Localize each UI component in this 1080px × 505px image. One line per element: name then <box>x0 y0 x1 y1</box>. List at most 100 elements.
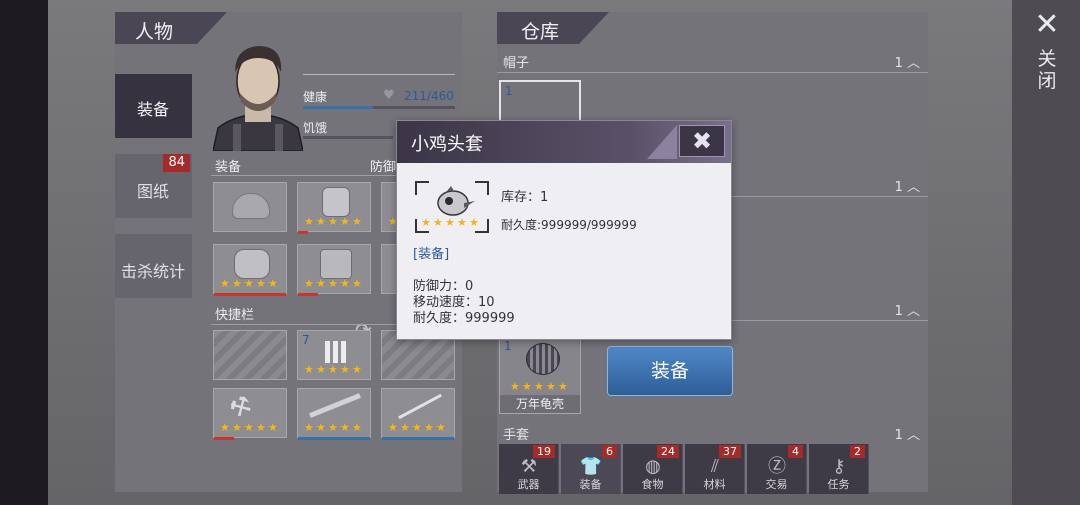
tab-materials[interactable]: 37 ⫽ 材料 <box>685 444 745 494</box>
rating-stars: ★ ★ ★ ★ ★ <box>304 421 362 434</box>
blueprint-badge: 84 <box>163 154 190 172</box>
gloves-icon <box>234 249 270 279</box>
rating-stars: ★ ★ ★ ★ ★ <box>421 216 479 229</box>
rating-stars: ★ ★ ★ ★ ★ <box>510 380 568 393</box>
section-count: 1 ︿ <box>894 428 920 443</box>
category-tabs: 19 ⚒ 武器 6 👕 装备 24 ◍ 食物 37 ⫽ 材料 4 Ⓩ 交易 2 … <box>499 444 869 494</box>
quickbar-slot-ammo[interactable]: 7 ★ ★ ★ ★ ★ <box>297 330 371 380</box>
rifle-icon <box>309 393 361 418</box>
close-icon[interactable]: ✕ <box>1030 8 1064 42</box>
coin-icon: Ⓩ <box>768 456 786 477</box>
item-name: 万年龟壳 <box>500 395 580 413</box>
quickbar-count: 7 <box>302 333 310 347</box>
tab-equipment[interactable]: 6 👕 装备 <box>561 444 621 494</box>
quickbar-slot-blade[interactable]: ★ ★ ★ ★ ★ <box>381 388 455 440</box>
pants-slot[interactable]: ★ ★ ★ ★ ★ <box>297 244 371 296</box>
section-label: 帽子 <box>503 56 530 71</box>
section-gloves[interactable]: 手套 1 ︿ <box>497 422 928 444</box>
left-edge-bar <box>0 0 48 505</box>
chevron-up-icon[interactable]: ︿ <box>907 304 920 319</box>
tab-trade[interactable]: 4 Ⓩ 交易 <box>747 444 807 494</box>
hunger-label: 饥饿 <box>303 121 328 135</box>
tab-tasks[interactable]: 2 ⚷ 任务 <box>809 444 869 494</box>
equip-button[interactable]: 装备 <box>607 346 733 396</box>
rating-stars: ★ ★ ★ ★ ★ <box>304 215 362 228</box>
tab-badge: 6 <box>602 445 617 458</box>
section-count: 1 ︿ <box>894 180 920 195</box>
warehouse-header: 仓库 <box>497 12 579 44</box>
chevron-up-icon[interactable]: ︿ <box>907 428 920 443</box>
stat-durability: 耐久度：999999 <box>413 311 515 326</box>
wood-icon: ⫽ <box>710 456 720 477</box>
durability-bar <box>382 437 454 440</box>
header-decoration <box>647 125 677 159</box>
section-count: 1 ︿ <box>894 56 920 71</box>
equipment-label: 装备 <box>215 160 242 175</box>
item-count: 1 <box>505 84 513 98</box>
warehouse-title: 仓库 <box>521 21 560 43</box>
health-label: 健康 <box>303 90 328 104</box>
health-value: 211/460 <box>404 89 454 103</box>
blade-icon <box>398 393 442 420</box>
chevron-up-icon[interactable]: ︿ <box>907 180 920 195</box>
item-detail-popup: 小鸡头套 ✖ ★ ★ ★ ★ ★ 库存：1 耐久度:999999/999999 [装备]… <box>396 120 732 340</box>
durability-bar <box>298 437 370 440</box>
turtle-shell-icon <box>526 343 560 375</box>
equip-link[interactable]: [装备] <box>413 243 449 262</box>
durability-bar <box>214 293 286 296</box>
rating-stars: ★ ★ ★ ★ ★ <box>304 277 362 290</box>
shirt-icon: 👕 <box>579 456 603 477</box>
armor-slot[interactable]: ★ ★ ★ ★ ★ <box>297 182 371 234</box>
rating-stars: ★ ★ ★ ★ ★ <box>220 421 278 434</box>
header-angle <box>579 12 609 44</box>
tab-badge: 2 <box>850 445 865 458</box>
stock-text: 库存：1 <box>501 190 549 205</box>
helmet-slot[interactable] <box>213 182 287 232</box>
pants-icon <box>320 249 352 279</box>
hunger-bar <box>303 136 393 139</box>
durability-text: 耐久度:999999/999999 <box>501 218 637 232</box>
rating-stars: ★ ★ ★ ★ ★ <box>220 277 278 290</box>
heart-icon: ♥ <box>383 88 395 103</box>
tab-food[interactable]: 24 ◍ 食物 <box>623 444 683 494</box>
meat-icon: ◍ <box>645 456 661 477</box>
tab-label: 装备 <box>579 478 602 491</box>
chevron-up-icon[interactable]: ︿ <box>907 56 920 71</box>
character-title: 人物 <box>135 21 174 43</box>
shell-item-slot[interactable]: 1 ★ ★ ★ ★ ★ 万年龟壳 <box>499 338 581 414</box>
character-header: 人物 <box>115 12 197 44</box>
close-label[interactable]: 关闭 <box>1036 48 1058 92</box>
popup-header: 小鸡头套 ✖ <box>397 121 731 163</box>
side-tab-label: 装备 <box>137 100 170 119</box>
side-tab-label: 击杀统计 <box>121 262 186 281</box>
stat-divider <box>303 74 455 75</box>
side-tab-blueprints[interactable]: 84 图纸 <box>115 154 192 218</box>
quickbar-slot-empty[interactable] <box>213 330 287 380</box>
quickbar-slot-axe[interactable]: ⚒ ★ ★ ★ ★ ★ <box>213 388 287 440</box>
popup-title: 小鸡头套 <box>411 134 483 155</box>
gloves-slot[interactable]: ★ ★ ★ ★ ★ <box>213 244 287 296</box>
tab-label: 任务 <box>827 478 850 491</box>
health-bar <box>303 106 455 109</box>
durability-bar <box>298 231 308 234</box>
item-count: 1 <box>504 339 512 353</box>
tab-label: 交易 <box>765 478 788 491</box>
defense-label: 防御 <box>370 160 397 175</box>
tab-badge: 4 <box>788 445 803 458</box>
tab-label: 食物 <box>641 478 664 491</box>
tab-weapons[interactable]: 19 ⚒ 武器 <box>499 444 559 494</box>
side-tab-equipment[interactable]: 装备 <box>115 74 192 138</box>
side-tab-label: 图纸 <box>137 182 170 201</box>
key-icon: ⚷ <box>832 456 846 477</box>
tab-label: 材料 <box>703 478 726 491</box>
section-label: 手套 <box>503 428 530 443</box>
quickbar-slot-rifle[interactable]: ★ ★ ★ ★ ★ <box>297 388 371 440</box>
rating-stars: ★ ★ ★ ★ ★ <box>388 421 446 434</box>
chest-armor-icon <box>322 187 350 217</box>
axe-icon: ⚒ <box>224 389 258 425</box>
section-hats[interactable]: 帽子 1 ︿ <box>497 50 928 73</box>
close-icon[interactable]: ✖ <box>679 125 725 157</box>
axe-icon: ⚒ <box>520 456 538 477</box>
rating-stars: ★ ★ ★ ★ ★ <box>304 363 362 376</box>
side-tab-kill-stats[interactable]: 击杀统计 <box>115 234 192 298</box>
